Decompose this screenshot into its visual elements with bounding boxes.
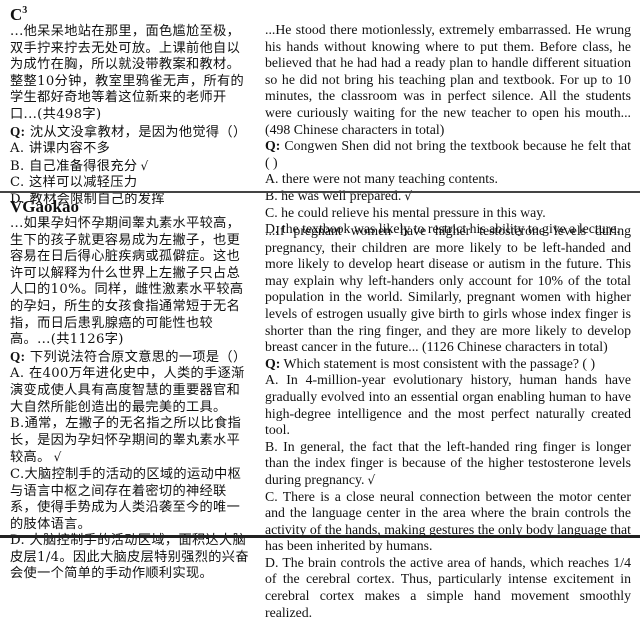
chinese-option-b: B.通常，左撇子的无名指之所以比食指长，是因为孕妇怀孕期间的睾丸素水平较高。 √ (10, 416, 250, 467)
chinese-question: Q: 下列说法符合原文意思的一项是（） (10, 349, 250, 367)
chinese-option-c: C. 这样可以减轻压力 (10, 175, 138, 191)
chinese-option-a: A. 在400万年进化史中，人类的手逐渐演变成使人具有高度智慧的重要器官和大自然… (10, 366, 245, 415)
section-divider (0, 191, 640, 193)
question-text: Which statement is most consistent with … (283, 355, 596, 371)
checkmark-icon: √ (53, 450, 62, 465)
english-option-c: C. There is a close neural connection be… (265, 488, 631, 554)
option-text: B.通常，左撇子的无名指之所以比食指长，是因为孕妇怀孕期间的睾丸素水平较高。 (10, 416, 242, 466)
dataset-title: C3 (10, 2, 250, 24)
question-label: Q: (265, 355, 281, 371)
option-text: B. 自己准备得很充分 (10, 158, 138, 174)
bottom-rule (0, 535, 640, 538)
checkmark-icon: √ (140, 158, 149, 173)
dataset-title: VGaokao (10, 198, 250, 216)
english-passage: ...He stood there motionlessly, extremel… (265, 22, 631, 137)
chinese-column: C3 ...他呆呆地站在那里，面色尴尬至极，双手拧来拧去无处可放。上课前他自以为… (10, 2, 250, 209)
english-question: Q: Congwen Shen did not bring the textbo… (265, 138, 631, 171)
dataset-title-text: C (10, 5, 23, 24)
english-column: ...If pregnant women have higher testost… (265, 223, 631, 621)
question-label: Q: (10, 348, 26, 364)
english-option-a: A. In 4-million-year evolutionary histor… (265, 372, 631, 438)
dataset-section-vgaokao: VGaokao ...如果孕妇怀孕期间睾丸素水平较高，生下的孩子就更容易成为左撇… (0, 194, 640, 620)
chinese-question: Q: 沈从文没拿教材，是因为他觉得（） (10, 124, 250, 142)
chinese-column: VGaokao ...如果孕妇怀孕期间睾丸素水平较高，生下的孩子就更容易成为左撇… (10, 198, 250, 583)
question-text: 下列说法符合原文意思的一项是（） (29, 349, 247, 365)
question-label: Q: (265, 138, 281, 154)
question-text: 沈从文没拿教材，是因为他觉得（） (29, 124, 247, 140)
chinese-option-b: B. 自己准备得很充分 √ (10, 158, 250, 176)
english-passage: ...If pregnant women have higher testost… (265, 223, 631, 355)
english-option-a: A. there were not many teaching contents… (265, 171, 498, 187)
english-option-d: D. The brain controls the active area of… (265, 554, 631, 620)
chinese-passage: ...他呆呆地站在那里，面色尴尬至极，双手拧来拧去无处可放。上课前他自以为成竹在… (10, 24, 245, 122)
option-text: B. In general, the fact that the left-ha… (265, 438, 631, 487)
question-label: Q: (10, 123, 26, 139)
chinese-option-a: A. 讲课内容不多 (10, 141, 111, 157)
english-question: Q: Which statement is most consistent wi… (265, 356, 631, 373)
question-text: Congwen Shen did not bring the textbook … (265, 138, 632, 170)
dataset-section-c3: C3 ...他呆呆地站在那里，面色尴尬至极，双手拧来拧去无处可放。上课前他自以为… (0, 0, 640, 236)
chinese-passage: ...如果孕妇怀孕期间睾丸素水平较高，生下的孩子就更容易成为左撇子，也更容易在日… (10, 216, 244, 348)
english-option-b: B. In general, the fact that the left-ha… (265, 439, 631, 489)
dataset-title-superscript: 3 (22, 5, 28, 16)
dataset-title-text: VGaokao (10, 197, 79, 216)
checkmark-icon: √ (367, 472, 376, 487)
chinese-option-c: C.大脑控制手的活动的区域的运动中枢与语言中枢之间存在着密切的神经联系，使得手势… (10, 466, 242, 532)
